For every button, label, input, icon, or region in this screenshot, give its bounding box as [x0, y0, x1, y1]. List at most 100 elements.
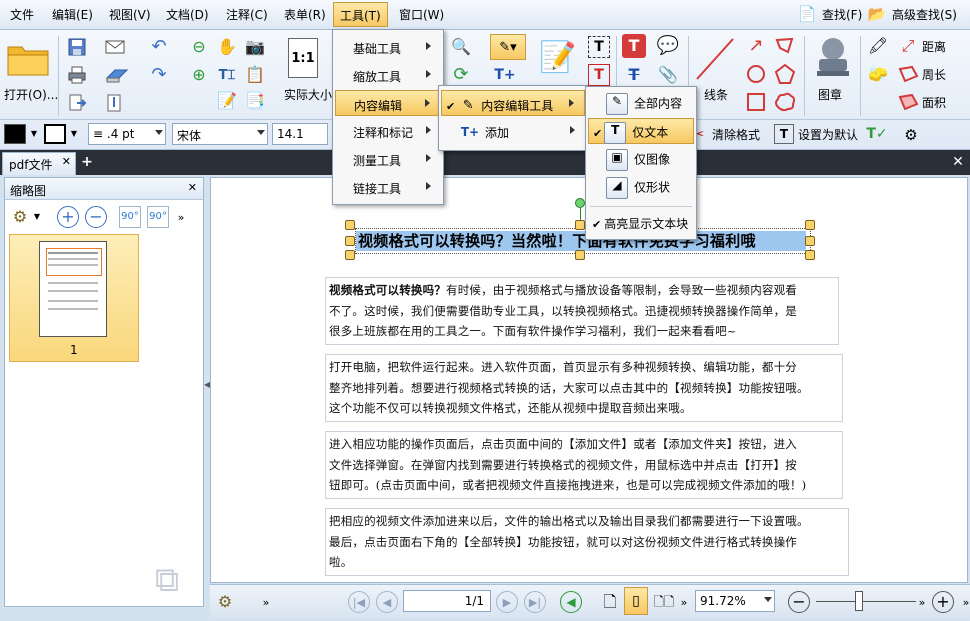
rotate-left-icon[interactable]: 90°	[119, 206, 141, 228]
close-icon[interactable]: ✕	[188, 181, 197, 194]
polygon-icon[interactable]	[772, 62, 798, 86]
back-icon[interactable]: ⊖	[188, 36, 210, 58]
resize-handle[interactable]	[345, 236, 355, 246]
rotate-icon[interactable]: ⟳	[450, 64, 472, 86]
stamp-icon[interactable]	[810, 34, 856, 80]
perimeter-icon[interactable]	[896, 62, 920, 86]
text-check-icon[interactable]: T✓	[866, 124, 888, 144]
more-icon[interactable]: »	[916, 593, 928, 611]
chevron-down-icon[interactable]: ▼	[70, 128, 78, 140]
strikeout-icon[interactable]: T	[622, 64, 646, 86]
clear-format-button[interactable]: 清除格式	[712, 126, 760, 143]
line-icon[interactable]	[692, 34, 738, 84]
area-icon[interactable]	[896, 90, 920, 114]
more-icon[interactable]: »	[678, 591, 690, 613]
paragraph-3[interactable]: 进入相应功能的操作页面后，点击页面中间的【添加文件】或者【添加文件夹】按钮，进入…	[325, 431, 843, 499]
set-default-button[interactable]: 设置为默认	[798, 126, 858, 143]
rotate-handle[interactable]	[575, 198, 585, 208]
page-number-field[interactable]: 1/1	[403, 590, 491, 612]
menu-item-link-tools[interactable]: 链接工具	[335, 174, 441, 200]
menu-item-comment-markup[interactable]: 注释和标记	[335, 118, 441, 144]
advanced-find-button[interactable]: 高级查找(S)	[892, 6, 957, 23]
menu-item-all-content[interactable]: ✎ 全部内容	[588, 90, 694, 116]
paragraph-2[interactable]: 打开电脑，把软件运行起来。进入软件页面，首页显示有多种视频转换、编辑功能，都十分…	[325, 354, 843, 422]
fill-color-swatch[interactable]	[4, 124, 26, 144]
menu-edit[interactable]: 编辑(E)	[52, 6, 93, 23]
chevron-down-icon[interactable]: ▼	[30, 128, 38, 140]
first-page-icon[interactable]: |◀	[348, 591, 370, 613]
snapshot-icon[interactable]: 📷	[244, 36, 266, 58]
highlighter-icon[interactable]: 🖍	[866, 34, 890, 58]
menu-item-highlight-blocks[interactable]: ✔ 高亮显示文本块	[588, 210, 694, 236]
print-icon[interactable]	[66, 64, 88, 86]
menu-form[interactable]: 表单(R)	[284, 6, 326, 23]
resize-handle[interactable]	[805, 220, 815, 230]
eraser-icon[interactable]: 🧽	[866, 62, 890, 86]
menu-item-zoom-tools[interactable]: 缩放工具	[335, 62, 441, 88]
zoom-slider-track[interactable]	[816, 601, 916, 602]
resize-handle[interactable]	[805, 250, 815, 260]
more-icon[interactable]: »	[960, 593, 970, 611]
callout-icon[interactable]: T	[588, 64, 610, 86]
paragraph-4[interactable]: 把相应的视频文件添加进来以后，文件的输出格式以及输出目录我们都需要进行一下设置哦…	[325, 508, 849, 576]
rotate-right-icon[interactable]: 90°	[147, 206, 169, 228]
arrow-icon[interactable]: ↗	[744, 34, 768, 58]
typewriter-icon[interactable]: 📝	[536, 36, 580, 80]
go-back-icon[interactable]: ◀	[560, 591, 582, 613]
last-page-icon[interactable]: ▶|	[524, 591, 546, 613]
menu-item-content-edit-tool[interactable]: ✔ ✎ 内容编辑工具	[441, 90, 585, 116]
menu-item-measure-tools[interactable]: 测量工具	[335, 146, 441, 172]
settings-icon[interactable]: ⚙	[900, 124, 922, 146]
clipboard-icon[interactable]: 📋	[244, 64, 266, 86]
area-label[interactable]: 面积	[922, 94, 946, 111]
menu-item-add[interactable]: T+ 添加	[441, 118, 585, 144]
menu-item-text-only[interactable]: ✔ T 仅文本	[588, 118, 694, 144]
more-icon[interactable]: »	[260, 593, 272, 611]
content-edit-tool-icon[interactable]: ✎▾	[490, 34, 526, 60]
actual-size-icon[interactable]: 1:1	[288, 38, 318, 78]
add-text-icon[interactable]: T+	[490, 64, 520, 86]
menu-item-shape-only[interactable]: ◢ 仅形状	[588, 174, 694, 200]
font-name-select[interactable]: 宋体	[172, 123, 268, 145]
hand-icon[interactable]: ✋	[216, 36, 238, 58]
resize-handle[interactable]	[345, 250, 355, 260]
resize-handle[interactable]	[575, 220, 585, 230]
undo-icon[interactable]: ↶	[146, 36, 172, 58]
properties-icon[interactable]: 📑	[244, 90, 266, 112]
facing-page-icon[interactable]: 🗋🗋	[652, 591, 676, 613]
distance-icon[interactable]: ⤢	[896, 34, 920, 58]
font-size-select[interactable]: 14.1	[272, 123, 328, 145]
zoom-out-thumb-icon[interactable]: −	[85, 206, 107, 228]
select-text-icon[interactable]: T⌶	[216, 64, 238, 86]
note-icon[interactable]: 💬	[654, 34, 682, 58]
resize-handle[interactable]	[805, 236, 815, 246]
set-default-icon[interactable]: T	[774, 124, 794, 144]
text-format-icon[interactable]: T	[622, 34, 646, 58]
perimeter-label[interactable]: 周长	[922, 66, 946, 83]
tab-pdf-file[interactable]: pdf文件 ✕	[2, 152, 76, 175]
ellipse-icon[interactable]	[744, 62, 768, 86]
scan-icon[interactable]	[104, 64, 130, 86]
rectangle-icon[interactable]	[744, 90, 768, 114]
select-annotation-icon[interactable]: 📝	[216, 90, 238, 112]
single-page-icon[interactable]: 🗋	[600, 591, 620, 613]
prev-page-icon[interactable]: ◀	[376, 591, 398, 613]
menu-tools[interactable]: 工具(T)	[333, 2, 388, 27]
actual-size-label[interactable]: 实际大小	[284, 86, 332, 103]
menu-file[interactable]: 文件	[10, 6, 34, 23]
textbox-icon[interactable]: T	[588, 36, 610, 58]
zoom-select[interactable]: 91.72%	[695, 590, 775, 612]
new-tab-icon[interactable]: +	[80, 154, 94, 170]
save-icon[interactable]	[66, 36, 88, 58]
forward-icon[interactable]: ⊕	[188, 64, 210, 86]
menu-item-basic-tools[interactable]: 基础工具	[335, 34, 441, 60]
find-button[interactable]: 查找(F)	[822, 6, 862, 23]
zoom-slider-thumb[interactable]	[855, 591, 863, 611]
email-icon[interactable]	[104, 36, 130, 58]
zoom-in-icon[interactable]: +	[932, 591, 954, 613]
zoom-in-thumb-icon[interactable]: +	[57, 206, 79, 228]
next-page-icon[interactable]: ▶	[496, 591, 518, 613]
open-label[interactable]: 打开(O)...	[4, 86, 58, 103]
close-document-icon[interactable]: ✕	[950, 154, 966, 170]
open-folder-icon[interactable]	[6, 38, 50, 78]
